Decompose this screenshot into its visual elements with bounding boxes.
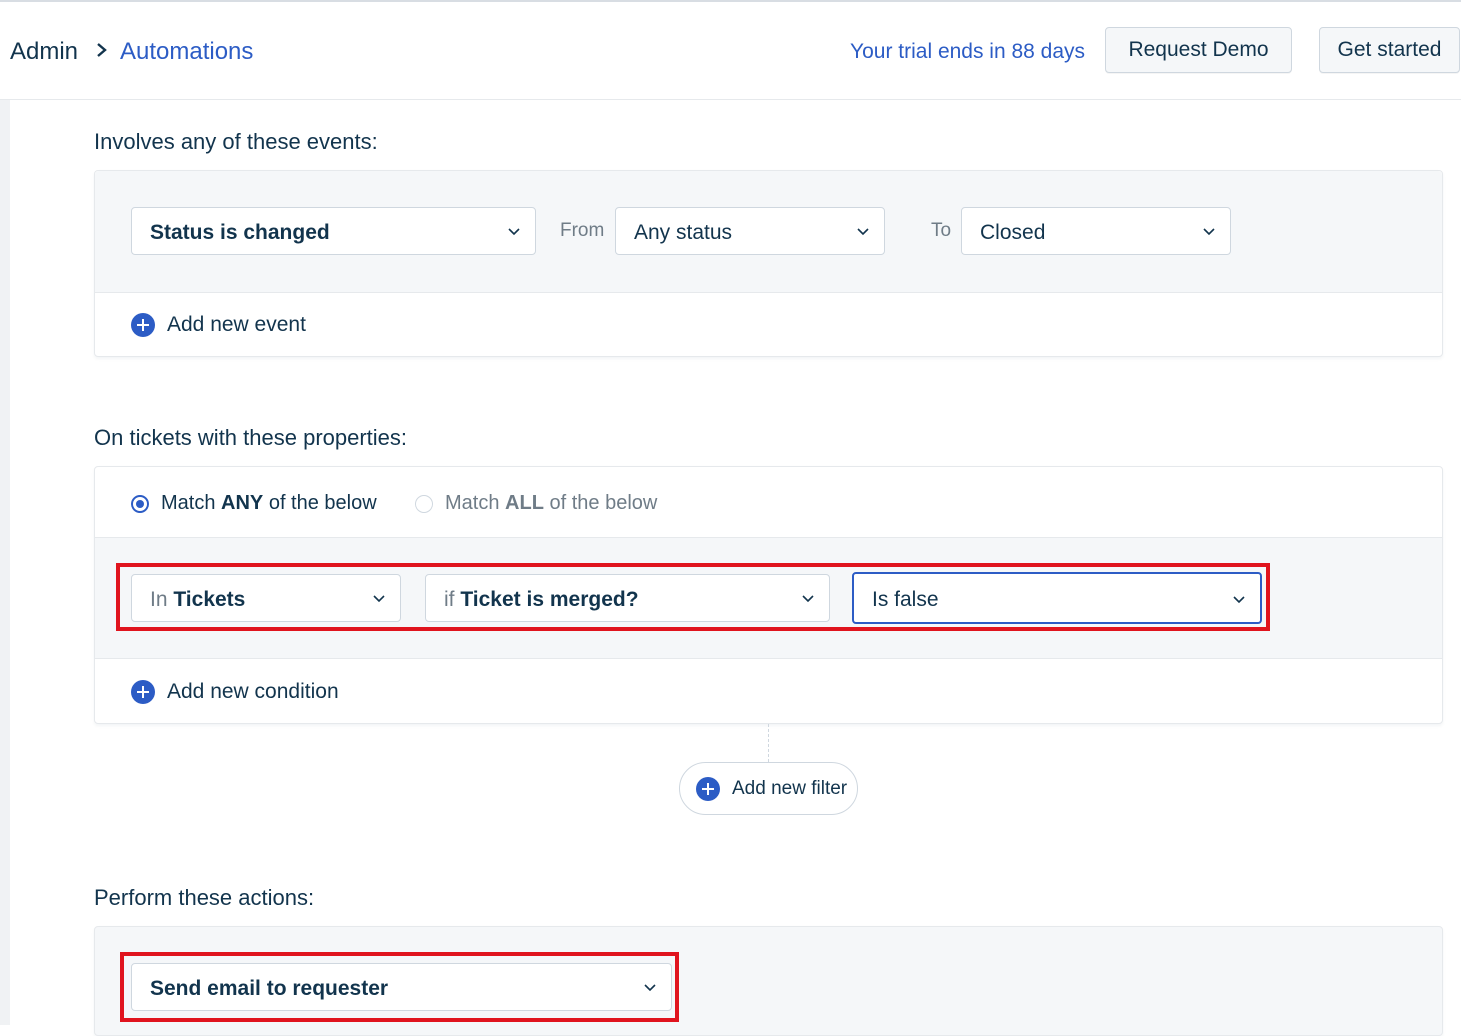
- match-all-prefix: Match: [445, 492, 506, 514]
- left-sidebar-edge: [0, 100, 10, 1025]
- chevron-down-icon: [508, 228, 520, 236]
- connector-line: [768, 724, 769, 762]
- event-type-select[interactable]: Status is changed: [131, 207, 536, 255]
- from-status-select[interactable]: Any status: [615, 207, 885, 255]
- match-any-prefix: Match: [161, 492, 222, 514]
- page-header: Admin Automations Your trial ends in 88 …: [0, 2, 1461, 100]
- chevron-down-icon: [1203, 228, 1215, 236]
- trial-notice[interactable]: Your trial ends in 88 days: [850, 40, 1085, 64]
- match-any-suffix: of the below: [263, 492, 377, 514]
- add-condition-button[interactable]: Add new condition: [131, 680, 339, 704]
- to-label: To: [931, 220, 952, 241]
- chevron-right-icon: [97, 43, 107, 57]
- match-any-option[interactable]: Match ANY of the below: [131, 492, 377, 515]
- breadcrumb-admin[interactable]: Admin: [10, 38, 78, 66]
- chevron-down-icon: [857, 228, 869, 236]
- breadcrumb-automations[interactable]: Automations: [120, 38, 253, 66]
- plus-circle-icon: [696, 776, 720, 801]
- add-filter-label: Add new filter: [732, 777, 848, 799]
- radio-selected-icon: [131, 494, 149, 513]
- match-all-strong: ALL: [505, 492, 544, 514]
- plus-circle-icon: [131, 313, 155, 337]
- event-type-value: Status is changed: [150, 221, 330, 244]
- add-filter-button[interactable]: Add new filter: [679, 762, 858, 815]
- conditions-section-title: On tickets with these properties:: [94, 425, 408, 450]
- get-started-button[interactable]: Get started: [1319, 27, 1460, 73]
- match-any-strong: ANY: [221, 492, 264, 514]
- from-status-value: Any status: [634, 221, 733, 244]
- add-condition-label: Add new condition: [167, 680, 339, 703]
- add-event-label: Add new event: [167, 313, 306, 336]
- events-section-title: Involves any of these events:: [94, 129, 378, 154]
- radio-unselected-icon: [415, 494, 433, 513]
- match-all-option[interactable]: Match ALL of the below: [415, 492, 657, 515]
- events-divider: [95, 292, 1442, 293]
- match-all-suffix: of the below: [543, 492, 658, 514]
- request-demo-button[interactable]: Request Demo: [1105, 27, 1292, 73]
- plus-circle-icon: [131, 680, 155, 704]
- to-status-select[interactable]: Closed: [961, 207, 1231, 255]
- from-label: From: [560, 220, 605, 241]
- events-card: Status is changed From Any status To Clo…: [94, 170, 1443, 357]
- actions-section-title: Perform these actions:: [94, 885, 315, 910]
- to-status-value: Closed: [980, 221, 1046, 244]
- highlight-condition-row: [116, 563, 1270, 631]
- add-event-button[interactable]: Add new event: [131, 313, 306, 337]
- conditions-divider-bottom: [95, 658, 1442, 659]
- highlight-action-select: [120, 952, 679, 1022]
